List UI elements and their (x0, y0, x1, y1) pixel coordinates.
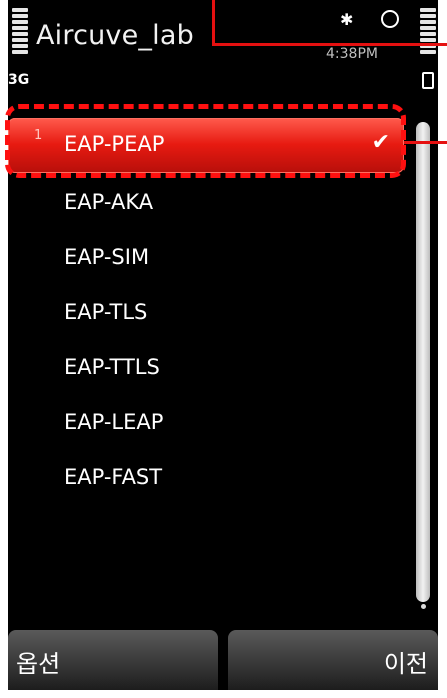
signal-icon (12, 8, 28, 60)
list-item-eap-tls[interactable]: EAP-TLS (8, 286, 404, 341)
list-item-label: EAP-TTLS (64, 355, 160, 379)
back-label: 이전 (383, 650, 428, 678)
list-item-label: EAP-AKA (64, 190, 154, 214)
network-type: 3G (8, 72, 30, 88)
highlight-box (5, 104, 406, 178)
list-item-label: EAP-FAST (64, 465, 163, 489)
alarm-icon (381, 10, 399, 28)
app-title: Aircuve_lab (36, 20, 194, 51)
battery-icon (420, 8, 436, 60)
list-item-label: EAP-TLS (64, 300, 148, 324)
annotation-line-pointer (404, 141, 447, 144)
list-item-label: EAP-LEAP (64, 410, 164, 434)
annotation-line-horizontal (212, 43, 447, 46)
back-softkey[interactable]: 이전 (228, 630, 438, 690)
bluetooth-icon: ✱ (340, 10, 354, 29)
list-item-eap-sim[interactable]: EAP-SIM (8, 231, 404, 286)
scrollbar[interactable] (416, 122, 430, 602)
list-item-eap-aka[interactable]: EAP-AKA (8, 176, 404, 231)
clock: 4:38PM (326, 46, 378, 62)
list-item-eap-ttls[interactable]: EAP-TTLS (8, 341, 404, 396)
list-item-label: EAP-SIM (64, 245, 150, 269)
scrollbar-end-dot (421, 604, 426, 609)
status-bar: Aircuve_lab 3G ✱ 4:38PM (8, 0, 438, 96)
options-softkey[interactable]: 옵션 (8, 630, 218, 690)
annotation-line-vertical (212, 0, 215, 46)
list-item-eap-leap[interactable]: EAP-LEAP (8, 396, 404, 451)
options-label: 옵션 (16, 650, 61, 678)
list-item-eap-fast[interactable]: EAP-FAST (8, 451, 404, 506)
battery-small-icon (422, 72, 434, 89)
